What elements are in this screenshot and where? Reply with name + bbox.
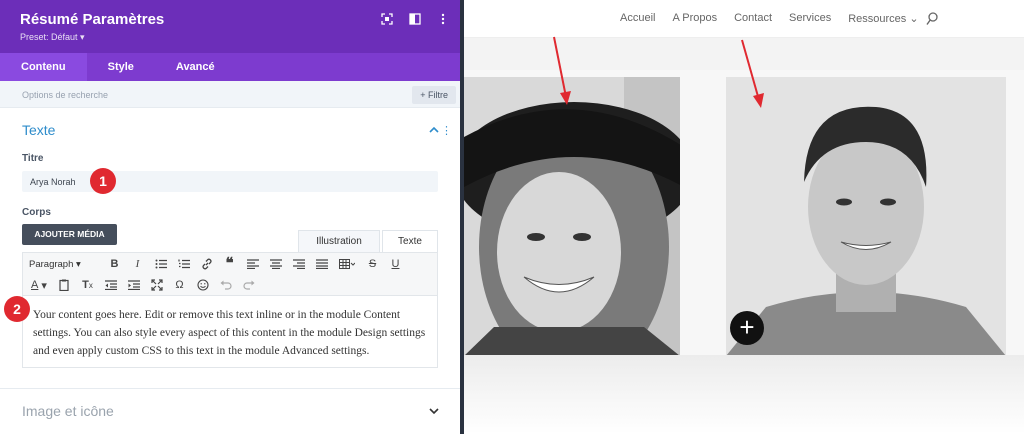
title-field[interactable]: Arya Norah (22, 171, 438, 192)
nav-accueil[interactable]: Accueil (620, 12, 655, 25)
fullscreen-editor-icon[interactable] (145, 275, 168, 295)
body-text-editor[interactable]: Your content goes here. Edit or remove t… (22, 296, 438, 368)
special-char-icon[interactable]: Ω (168, 275, 191, 295)
person-photo-man (726, 77, 1006, 356)
bold-icon[interactable]: B (103, 254, 126, 274)
settings-tabs: Contenu Style Avancé (0, 53, 460, 81)
text-color-icon[interactable]: A ▾ (25, 275, 53, 295)
numbered-list-icon[interactable] (172, 254, 195, 274)
redo-icon[interactable] (237, 275, 260, 295)
add-media-button[interactable]: AJOUTER MÉDIA (22, 224, 117, 245)
section-divider (0, 388, 460, 389)
align-left-icon[interactable] (241, 254, 264, 274)
nav-a-propos[interactable]: A Propos (672, 12, 717, 25)
preset-selector[interactable]: Preset: Défaut ▾ (20, 32, 85, 43)
section-title-texte[interactable]: Texte (22, 122, 55, 138)
section-more-icon[interactable]: ⋮ (441, 124, 452, 137)
annotation-arrow-left (553, 36, 571, 105)
format-select[interactable]: Paragraph ▾ (23, 259, 103, 270)
chevron-up-icon[interactable] (428, 124, 440, 136)
table-icon[interactable] (333, 254, 361, 274)
annotation-arrow-right (741, 39, 764, 108)
page-preview: Accueil A Propos Contact Services Ressou… (464, 0, 1024, 434)
paste-text-icon[interactable] (53, 275, 76, 295)
annotation-badge-2: 2 (4, 296, 30, 322)
more-options-icon[interactable] (436, 12, 450, 26)
tab-style[interactable]: Style (87, 53, 155, 81)
section-bottom-fade (464, 355, 1024, 434)
search-icon[interactable] (926, 12, 938, 26)
app-root: Résumé Paramètres Preset: Défaut ▾ Conte… (0, 0, 1024, 434)
toolbar-row-2: A ▾ Tx Ω (23, 275, 260, 295)
underline-icon[interactable]: U (384, 254, 407, 274)
clear-format-icon[interactable]: Tx (76, 275, 99, 295)
tab-avance[interactable]: Avancé (155, 53, 236, 81)
add-module-button[interactable]: + (730, 311, 764, 345)
link-icon[interactable] (195, 254, 218, 274)
align-justify-icon[interactable] (310, 254, 333, 274)
editor-toolbar: Paragraph ▾ B I ❝ S U A ▾ T x Ω (22, 252, 438, 296)
blockquote-icon[interactable]: ❝ (218, 254, 241, 274)
title-label: Titre (22, 153, 44, 164)
tab-texte[interactable]: Texte (382, 230, 438, 252)
undo-icon[interactable] (214, 275, 237, 295)
fullscreen-icon[interactable] (380, 12, 394, 26)
options-search-row: Options de recherche + Filtre (0, 81, 460, 108)
nav-ressources[interactable]: Ressources ⌄ (848, 12, 918, 25)
indent-icon[interactable] (122, 275, 145, 295)
panel-title: Résumé Paramètres (20, 11, 165, 28)
site-navigation: Accueil A Propos Contact Services Ressou… (464, 0, 1024, 38)
body-label: Corps (22, 207, 51, 218)
format-select-label: Paragraph (29, 258, 74, 270)
person-photo-woman (464, 77, 680, 356)
emoji-icon[interactable] (191, 275, 214, 295)
module-settings-panel: Résumé Paramètres Preset: Défaut ▾ Conte… (0, 0, 460, 434)
nav-contact[interactable]: Contact (734, 12, 772, 25)
nav-menu: Accueil A Propos Contact Services Ressou… (620, 12, 919, 25)
section-title-image-icone[interactable]: Image et icône (22, 403, 114, 419)
align-center-icon[interactable] (264, 254, 287, 274)
split-view-icon[interactable] (408, 12, 422, 26)
nav-services[interactable]: Services (789, 12, 831, 25)
header-actions (380, 12, 450, 26)
filter-button[interactable]: + Filtre (412, 86, 456, 104)
tab-contenu[interactable]: Contenu (0, 53, 87, 81)
strikethrough-icon[interactable]: S (361, 254, 384, 274)
chevron-down-icon[interactable] (428, 405, 440, 417)
toolbar-row-1: Paragraph ▾ B I ❝ S U (23, 254, 407, 274)
tab-illustration[interactable]: Illustration (298, 230, 380, 252)
panel-header: Résumé Paramètres Preset: Défaut ▾ (0, 0, 460, 53)
italic-icon[interactable]: I (126, 254, 149, 274)
align-right-icon[interactable] (287, 254, 310, 274)
annotation-badge-1: 1 (90, 168, 116, 194)
outdent-icon[interactable] (99, 275, 122, 295)
bullet-list-icon[interactable] (149, 254, 172, 274)
options-search-input[interactable]: Options de recherche (22, 90, 108, 100)
